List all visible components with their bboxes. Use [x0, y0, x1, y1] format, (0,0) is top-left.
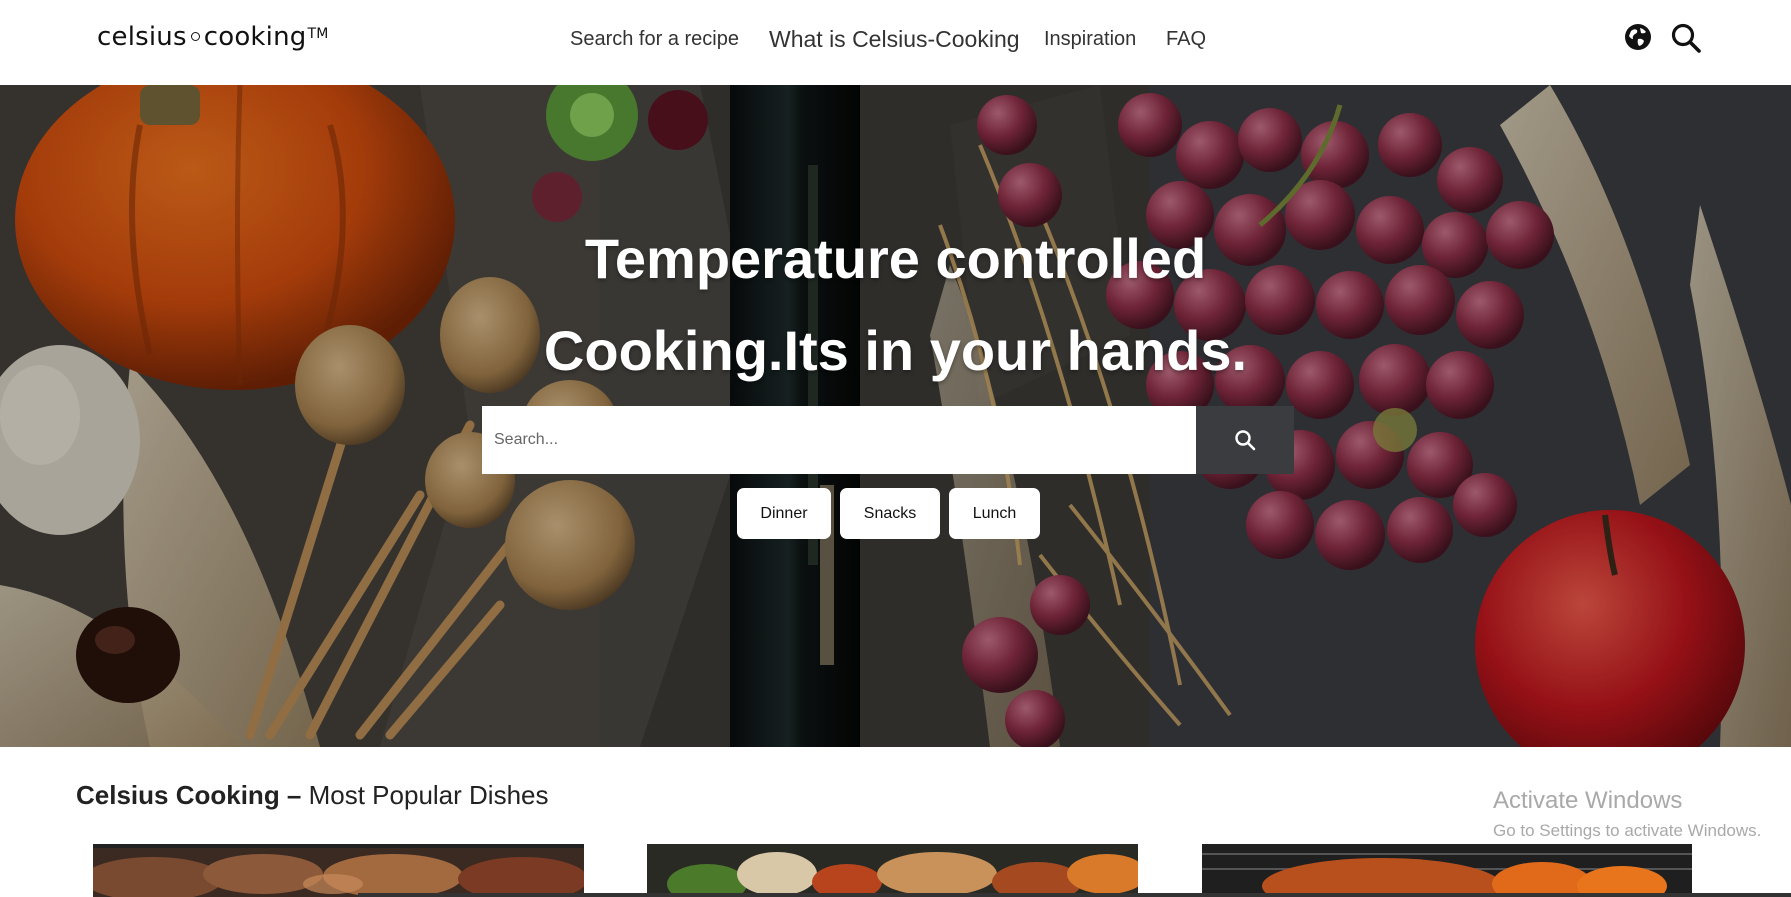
- hero-search-input[interactable]: [482, 406, 1196, 474]
- site-logo[interactable]: celsius cookingTM: [97, 22, 329, 52]
- windows-activation-watermark: Activate Windows Go to Settings to activ…: [1493, 787, 1761, 841]
- hero-search-button[interactable]: [1196, 406, 1294, 474]
- hero-headline-line1: Temperature controlled: [584, 227, 1207, 290]
- search-icon[interactable]: [1670, 22, 1701, 53]
- watermark-line2: Go to Settings to activate Windows.: [1493, 821, 1762, 840]
- page-bottom-border: [358, 893, 1791, 897]
- site-header: celsius cookingTM Search for a recipe Wha…: [0, 0, 1791, 85]
- chip-lunch[interactable]: Lunch: [949, 488, 1040, 539]
- hero-headline: Temperature controlled Cooking.Its in yo…: [0, 213, 1791, 397]
- chip-snacks[interactable]: Snacks: [840, 488, 940, 539]
- search-icon: [1235, 430, 1256, 451]
- hero-search-bar: [482, 406, 1294, 474]
- popular-heading-bold: Celsius Cooking –: [76, 780, 302, 810]
- logo-text-celsius: celsius: [97, 22, 187, 52]
- popular-heading-rest: Most Popular Dishes: [301, 780, 549, 810]
- chip-dinner[interactable]: Dinner: [737, 488, 831, 539]
- hero-banner: Temperature controlled Cooking.Its in yo…: [0, 85, 1791, 747]
- nav-faq[interactable]: FAQ: [1166, 28, 1206, 51]
- dish-card-image: [1202, 844, 1692, 897]
- nav-inspiration[interactable]: Inspiration: [1044, 28, 1136, 51]
- dish-card-image: [647, 844, 1138, 897]
- logo-text-cooking: cooking: [203, 22, 307, 52]
- hero-headline-line2: Cooking.Its in your hands.: [543, 319, 1248, 382]
- logo-trademark: TM: [307, 26, 329, 42]
- watermark-line1: Activate Windows: [1493, 787, 1683, 814]
- popular-dishes-heading: Celsius Cooking – Most Popular Dishes: [76, 780, 549, 811]
- nav-what-is-celsius-cooking[interactable]: What is Celsius-Cooking: [769, 26, 1020, 53]
- nav-search-recipe[interactable]: Search for a recipe: [570, 28, 739, 51]
- dish-card[interactable]: [1202, 844, 1692, 897]
- logo-degree-dot: [190, 32, 200, 41]
- dish-card[interactable]: [93, 844, 584, 897]
- dish-card[interactable]: [647, 844, 1138, 897]
- globe-icon[interactable]: [1623, 22, 1653, 52]
- dish-card-image: [93, 844, 584, 897]
